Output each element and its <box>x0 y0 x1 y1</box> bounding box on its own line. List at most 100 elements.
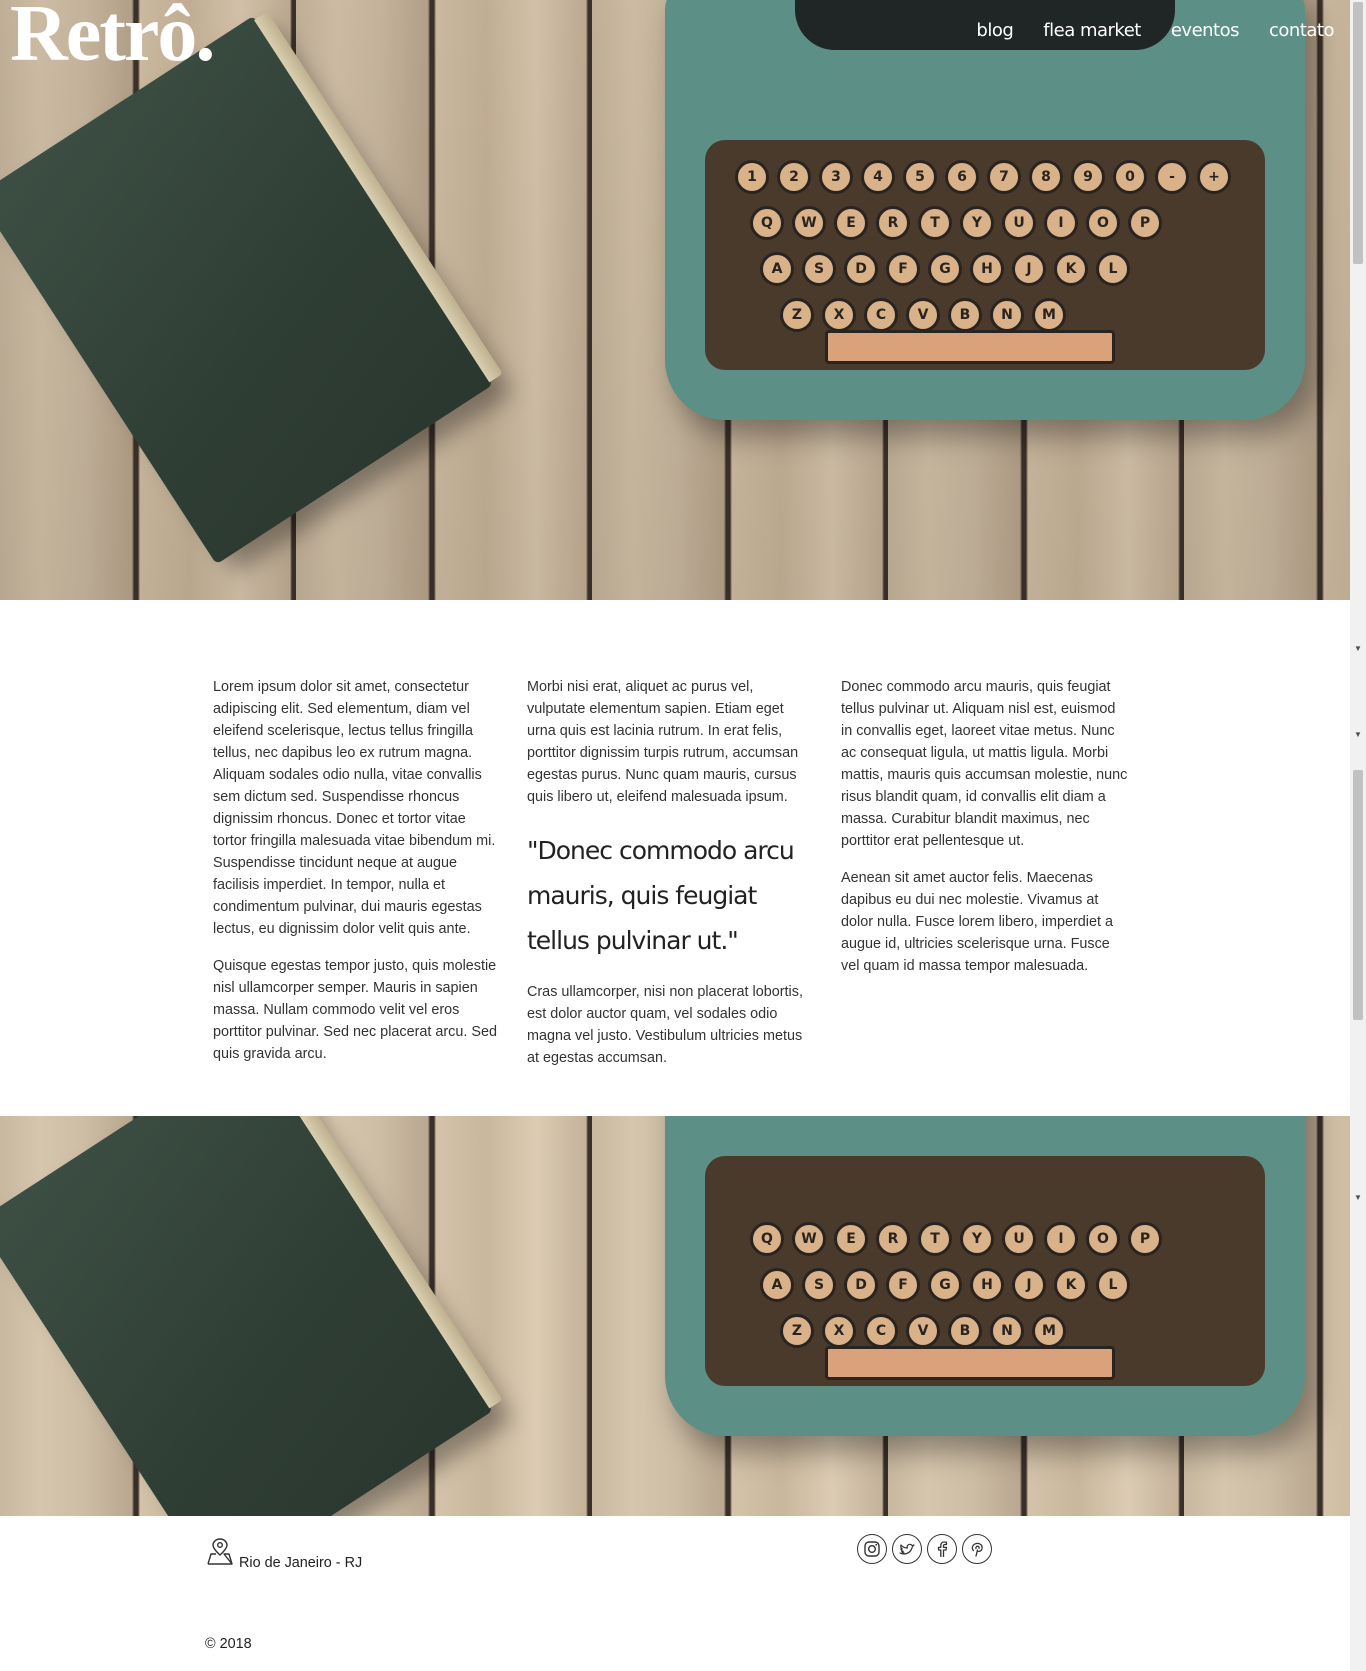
typewriter-image: QWERTYUIOP ASDFGHJKL ZXCVBNM <box>665 1116 1305 1436</box>
typewriter-key: 7 <box>987 160 1021 194</box>
text-columns: Lorem ipsum dolor sit amet, consectetur … <box>213 676 1129 1084</box>
typewriter-key: N <box>990 1314 1024 1348</box>
typewriter-key: C <box>864 1314 898 1348</box>
typewriter-key: I <box>1044 1222 1078 1256</box>
typewriter-key: P <box>1128 1222 1162 1256</box>
typewriter-key: 6 <box>945 160 979 194</box>
column-2: Morbi nisi erat, aliquet ac purus vel, v… <box>527 676 815 1084</box>
typewriter-key: Y <box>960 1222 994 1256</box>
typewriter-key: R <box>876 1222 910 1256</box>
typewriter-key: F <box>886 1268 920 1302</box>
typewriter-key: R <box>876 206 910 240</box>
typewriter-key: P <box>1128 206 1162 240</box>
instagram-icon[interactable] <box>857 1534 887 1564</box>
typewriter-key: X <box>822 298 856 332</box>
typewriter-key: K <box>1054 252 1088 286</box>
page-scrollbar[interactable]: ▼ ▼ ▼ <box>1350 0 1366 1671</box>
nav-link-blog[interactable]: blog <box>976 20 1013 41</box>
typewriter-key: D <box>844 1268 878 1302</box>
pull-quote: "Donec commodo arcu mauris, quis feugiat… <box>527 836 795 955</box>
content-section: Lorem ipsum dolor sit amet, consectetur … <box>0 600 1350 1116</box>
main-nav: blog flea market eventos contato <box>976 20 1334 41</box>
typewriter-key: Q <box>750 1222 784 1256</box>
scroll-down-arrow[interactable]: ▼ <box>1353 1193 1363 1203</box>
typewriter-key: J <box>1012 1268 1046 1302</box>
paragraph: Cras ullamcorper, nisi non placerat lobo… <box>527 984 803 1066</box>
typewriter-key: O <box>1086 1222 1120 1256</box>
paragraph: Aenean sit amet auctor felis. Maecenas d… <box>841 870 1113 974</box>
typewriter-key: G <box>928 1268 962 1302</box>
typewriter-key: 4 <box>861 160 895 194</box>
typewriter-spacebar <box>825 330 1115 364</box>
typewriter-key: U <box>1002 206 1036 240</box>
page: 1 2 3 4 5 6 7 8 9 0- + Q W E R T Y U I O P A S D F G H J K L Z X C V B N M R… <box>0 0 1366 1671</box>
typewriter-key: E <box>834 206 868 240</box>
brand-logo[interactable]: Retrô. <box>10 0 215 74</box>
typewriter-key: Y <box>960 206 994 240</box>
scroll-down-arrow[interactable]: ▼ <box>1353 730 1363 740</box>
typewriter-key: 3 <box>819 160 853 194</box>
typewriter-key: T <box>918 206 952 240</box>
hero-section: 1 2 3 4 5 6 7 8 9 0- + Q W E R T Y U I O P A S D F G H J K L Z X C V B N M R… <box>0 0 1350 600</box>
typewriter-key: G <box>928 252 962 286</box>
typewriter-key: U <box>1002 1222 1036 1256</box>
typewriter-key: S <box>802 1268 836 1302</box>
typewriter-key: L <box>1096 1268 1130 1302</box>
typewriter-key: L <box>1096 252 1130 286</box>
twitter-icon[interactable] <box>892 1534 922 1564</box>
typewriter-key: S <box>802 252 836 286</box>
book-image <box>0 1116 494 1516</box>
typewriter-key: Z <box>780 1314 814 1348</box>
typewriter-key: E <box>834 1222 868 1256</box>
typewriter-key: H <box>970 1268 1004 1302</box>
typewriter-key: N <box>990 298 1024 332</box>
typewriter-key: Q <box>750 206 784 240</box>
typewriter-key: A <box>760 1268 794 1302</box>
column-3: Donec commodo arcu mauris, quis feugiat … <box>841 676 1129 1084</box>
typewriter-key: B <box>948 1314 982 1348</box>
typewriter-key: 5 <box>903 160 937 194</box>
pinterest-icon[interactable] <box>962 1534 992 1564</box>
paragraph: Quisque egestas tempor justo, quis moles… <box>213 958 497 1062</box>
typewriter-key: X <box>822 1314 856 1348</box>
typewriter-key: V <box>906 298 940 332</box>
social-links <box>857 1534 992 1564</box>
typewriter-key: M <box>1032 298 1066 332</box>
typewriter-key: B <box>948 298 982 332</box>
scrollbar-thumb[interactable] <box>1353 770 1363 1020</box>
typewriter-key: D <box>844 252 878 286</box>
paragraph: Donec commodo arcu mauris, quis feugiat … <box>841 679 1128 849</box>
copyright: © 2018 <box>205 1636 252 1652</box>
scrollbar-thumb[interactable] <box>1353 2 1363 264</box>
typewriter-key: K <box>1054 1268 1088 1302</box>
nav-link-contato[interactable]: contato <box>1269 20 1334 41</box>
nav-link-flea-market[interactable]: flea market <box>1043 20 1141 41</box>
typewriter-key: 9 <box>1071 160 1105 194</box>
nav-link-eventos[interactable]: eventos <box>1171 20 1240 41</box>
footer: Rio de Janeiro - RJ © 2018 <box>0 1516 1350 1671</box>
typewriter-key: Z <box>780 298 814 332</box>
facebook-icon[interactable] <box>927 1534 957 1564</box>
typewriter-key: J <box>1012 252 1046 286</box>
typewriter-image: 1 2 3 4 5 6 7 8 9 0- + Q W E R T Y U I O P A S D F G H J K L Z X C V B N M <box>665 0 1305 420</box>
typewriter-key: M <box>1032 1314 1066 1348</box>
typewriter-key: I <box>1044 206 1078 240</box>
typewriter-key: 8 <box>1029 160 1063 194</box>
typewriter-key: F <box>886 252 920 286</box>
typewriter-key: W <box>792 1222 826 1256</box>
location: Rio de Janeiro - RJ <box>205 1536 362 1571</box>
typewriter-key: V <box>906 1314 940 1348</box>
typewriter-key: - <box>1155 160 1189 194</box>
typewriter-key: W <box>792 206 826 240</box>
map-pin-icon <box>205 1536 235 1571</box>
typewriter-key: T <box>918 1222 952 1256</box>
scroll-down-arrow[interactable]: ▼ <box>1353 644 1363 654</box>
typewriter-key: 1 <box>735 160 769 194</box>
location-text: Rio de Janeiro - RJ <box>239 1555 363 1571</box>
paragraph: Morbi nisi erat, aliquet ac purus vel, v… <box>527 679 799 805</box>
typewriter-key: C <box>864 298 898 332</box>
typewriter-key: A <box>760 252 794 286</box>
paragraph: Lorem ipsum dolor sit amet, consectetur … <box>213 679 496 937</box>
typewriter-key: 2 <box>777 160 811 194</box>
typewriter-key: 0 <box>1113 160 1147 194</box>
